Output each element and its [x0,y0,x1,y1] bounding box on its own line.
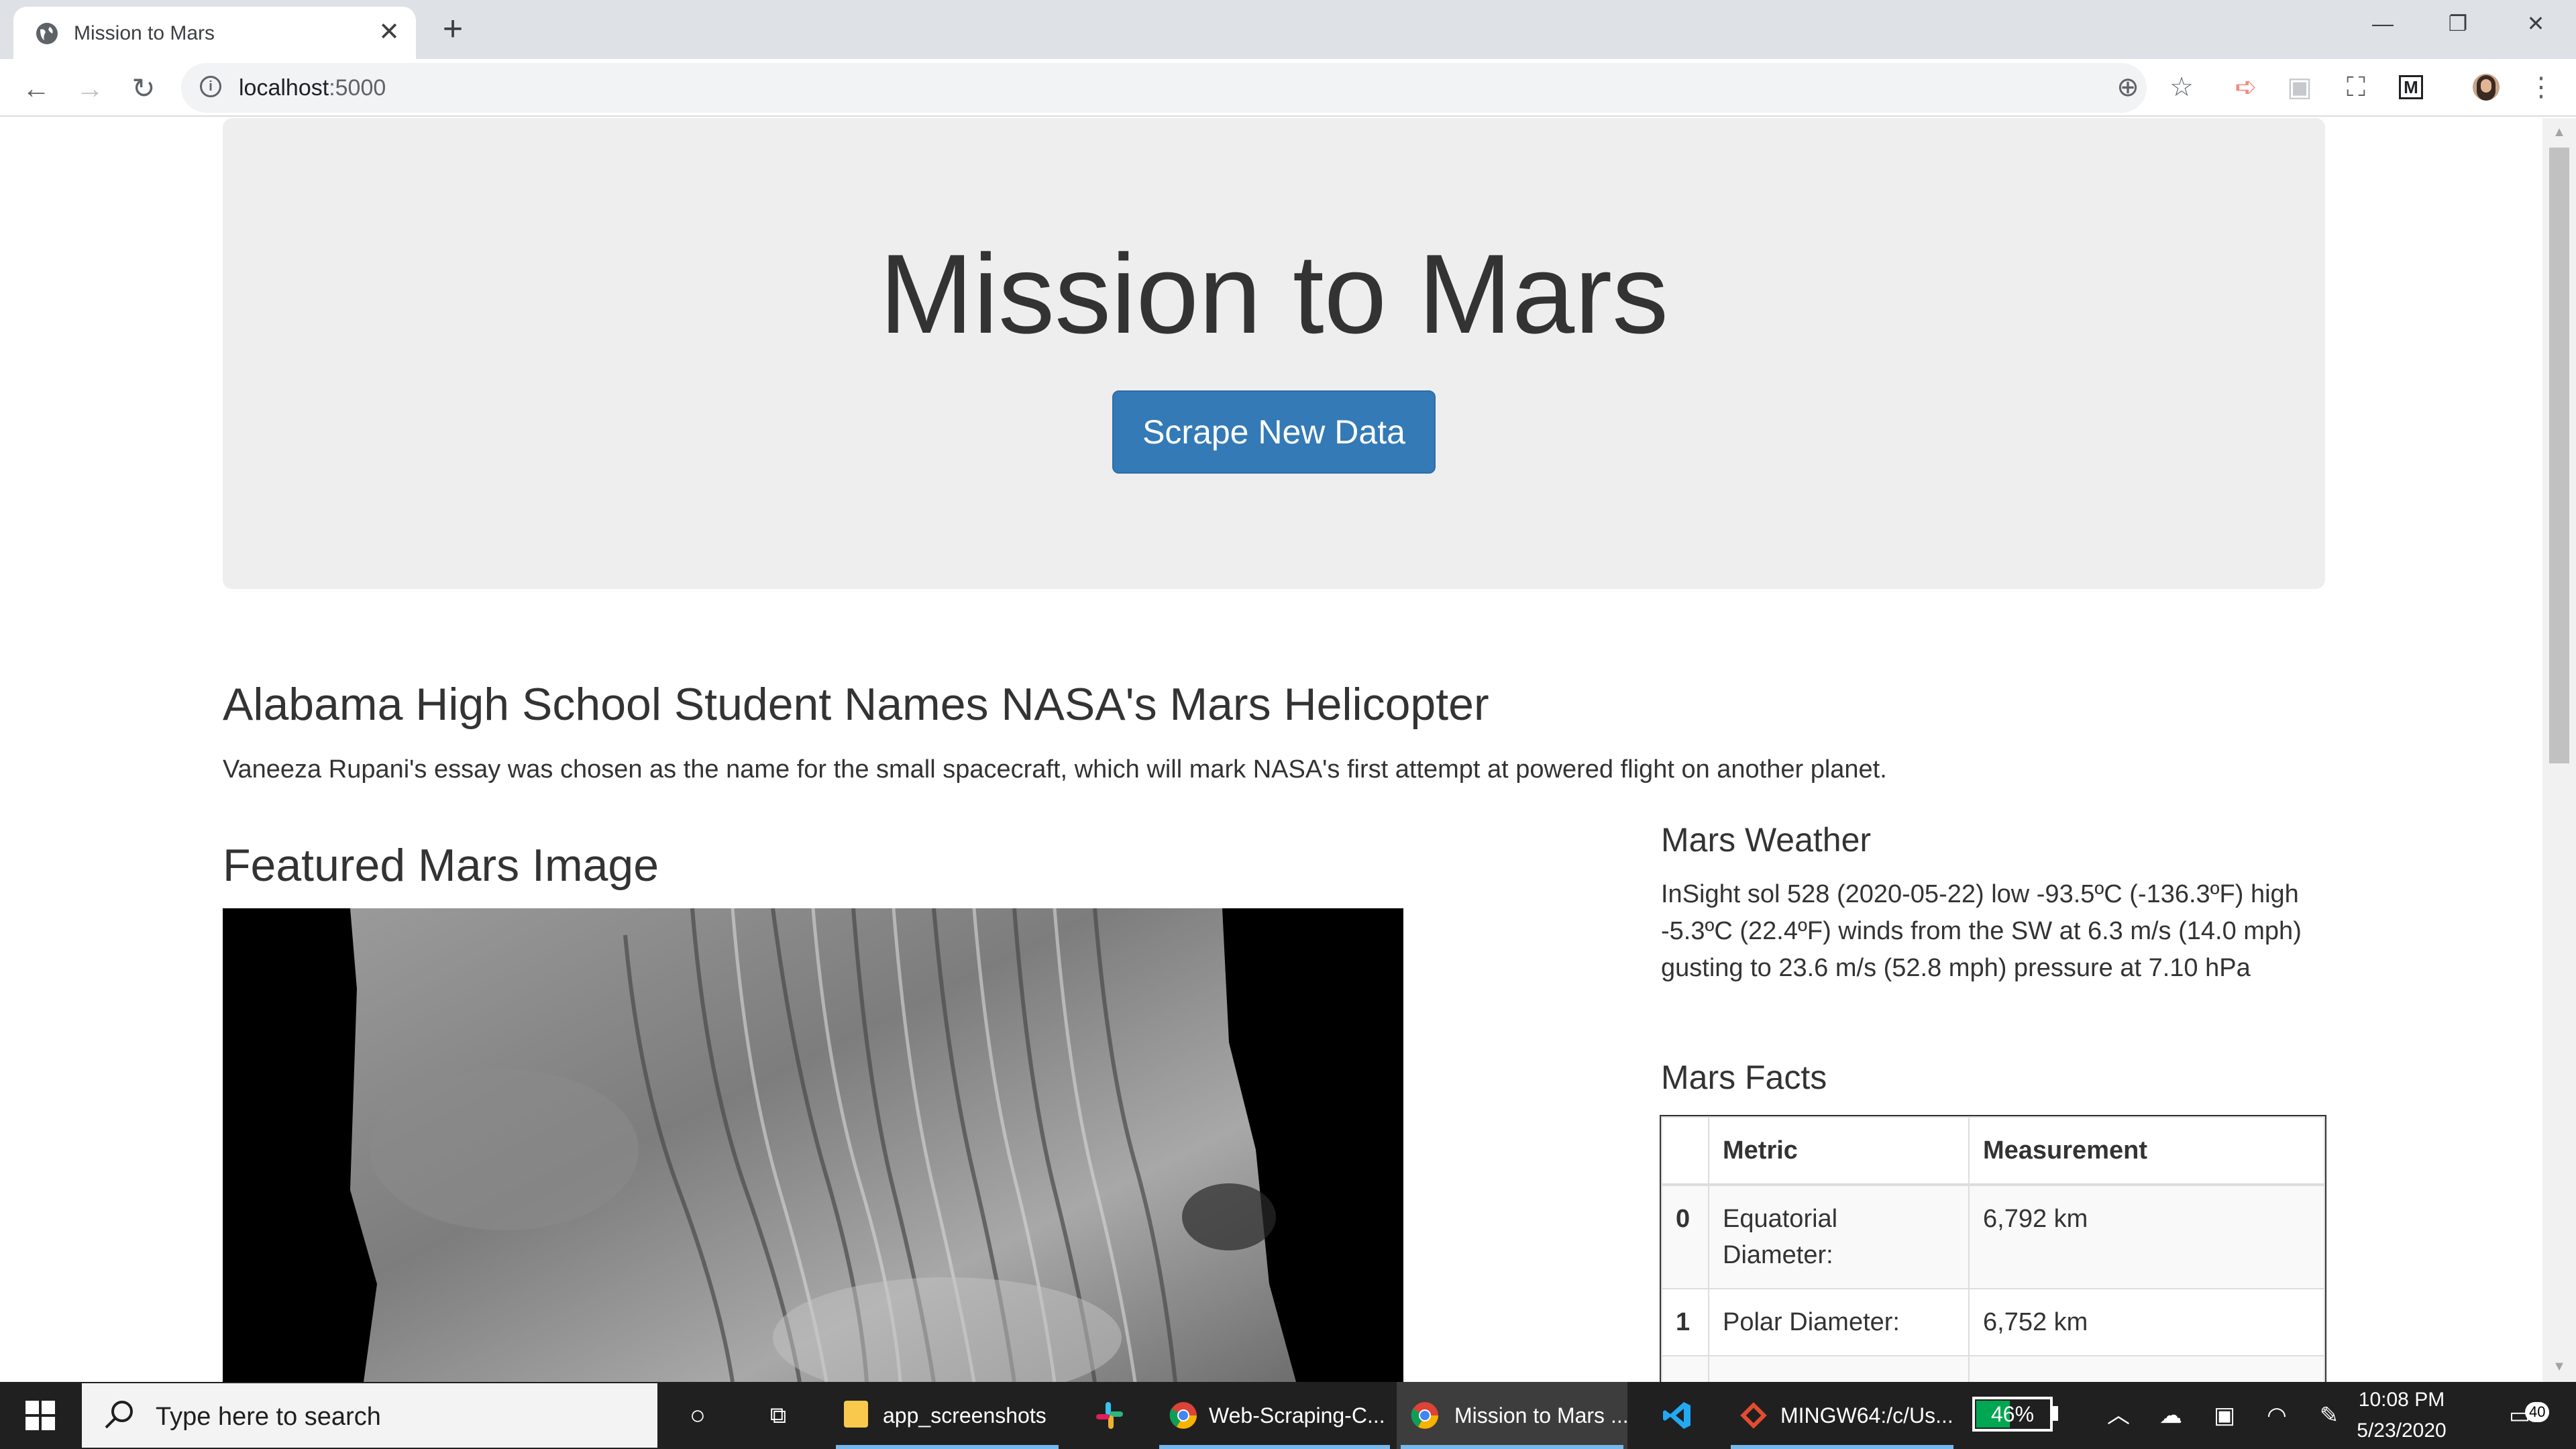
taskbar-app-label: MINGW64:/c/Us... [1780,1403,1953,1428]
notification-center-icon[interactable]: ▭ 40 [2502,1382,2556,1449]
new-tab-button[interactable]: + [435,11,471,47]
battery-percent: 46% [1990,1402,2035,1426]
page-viewport: Mission to Mars Scrape New Data Alabama … [0,118,2542,1382]
back-icon[interactable]: ← [15,67,58,110]
table-row: 0 Equatorial Diameter: 6,792 km [1661,1184,2325,1289]
row-metric: Equatorial Diameter: [1708,1184,1970,1289]
table-header-row: Metric Measurement [1661,1116,2325,1186]
tab-title: Mission to Mars [74,22,215,44]
scrollbar-thumb[interactable] [2549,148,2569,763]
scroll-up-icon[interactable]: ▲ [2549,125,2569,141]
slack-icon [1096,1402,1123,1429]
active-underline [1401,1445,1623,1449]
taskbar-app-chrome-2[interactable]: Mission to Mars ... [1397,1382,1629,1449]
table-header-index [1661,1116,1709,1186]
windows-start-icon[interactable] [0,1382,80,1449]
row-index: 0 [1661,1184,1709,1289]
screenshot-icon[interactable]: ⛶ [2334,66,2377,109]
profile-avatar[interactable] [2465,66,2508,109]
active-underline [1159,1445,1390,1449]
taskbar-app-label: Mission to Mars ... [1454,1403,1629,1428]
battery-indicator[interactable]: 46% [1972,1397,2053,1432]
bookmark-star-icon[interactable]: ☆ [2160,66,2203,109]
forward-icon[interactable]: → [68,67,111,110]
extension-pocket-icon[interactable]: ▣ [2278,66,2321,109]
git-bash-icon [1740,1402,1767,1429]
url-port: :5000 [329,75,386,101]
table-row [1661,1355,2325,1382]
globe-icon [36,23,58,44]
zoom-icon[interactable]: ⊕ [2106,66,2149,109]
site-info-icon[interactable]: i [200,76,221,97]
close-window-button[interactable]: ✕ [2498,0,2573,47]
restore-button[interactable]: ❐ [2420,0,2496,47]
taskbar-app-label: Web-Scraping-C... [1209,1403,1385,1428]
extension-arrow-icon[interactable]: ➪ [2224,66,2267,109]
tray-app-icon[interactable]: ▣ [2204,1382,2245,1449]
medium-extension-icon[interactable]: M [2390,66,2432,109]
news-title: Alabama High School Student Names NASA's… [223,679,1489,730]
taskbar-search-box[interactable]: Type here to search [82,1383,657,1448]
active-underline [836,1445,1059,1449]
featured-mars-image [223,908,1403,1382]
facts-title: Mars Facts [1661,1059,1827,1096]
chrome-icon [1411,1402,1438,1429]
scroll-down-icon[interactable]: ▼ [2549,1359,2569,1375]
row-index: 1 [1661,1288,1709,1356]
battery-tip [2053,1406,2058,1421]
row-measurement [1968,1355,2325,1382]
url-host: localhost [239,75,329,101]
task-view-icon[interactable]: ⧉ [758,1382,798,1449]
vscode-icon [1663,1402,1690,1429]
reload-icon[interactable]: ↻ [122,67,165,110]
row-index [1661,1355,1709,1382]
weather-title: Mars Weather [1661,821,1872,859]
table-row: 1 Polar Diameter: 6,752 km [1661,1288,2325,1356]
clock-time: 10:08 PM [2358,1389,2445,1411]
browser-menu-icon[interactable]: ⋮ [2520,66,2563,109]
minimize-button[interactable]: — [2345,0,2420,47]
jumbotron: Mission to Mars Scrape New Data [223,118,2325,589]
row-metric: Polar Diameter: [1708,1288,1970,1356]
weather-text: InSight sol 528 (2020-05-22) low -93.5ºC… [1661,880,2302,982]
mars-facts-table: Metric Measurement 0 Equatorial Diameter… [1660,1115,2326,1382]
wifi-icon[interactable]: ◠ [2257,1382,2297,1449]
onedrive-error-icon[interactable]: ☁ [2151,1382,2191,1449]
search-placeholder: Type here to search [156,1403,381,1431]
row-measurement: 6,752 km [1968,1288,2325,1356]
table-header-measurement: Measurement [1968,1116,2325,1186]
taskbar-app-chrome-1[interactable]: Web-Scraping-C... [1155,1382,1394,1449]
page-title: Mission to Mars [879,231,1669,357]
cortana-icon[interactable]: ○ [678,1382,718,1449]
taskbar-app-explorer[interactable]: app_screenshots [832,1382,1063,1449]
row-measurement: 6,792 km [1968,1184,2325,1289]
close-tab-icon[interactable]: ✕ [376,19,402,46]
taskbar-app-git-bash[interactable]: MINGW64:/c/Us... [1727,1382,1957,1449]
chrome-icon [1169,1402,1197,1429]
featured-image-title: Featured Mars Image [223,840,659,891]
taskbar-app-vscode[interactable] [1644,1382,1711,1449]
active-underline [1731,1445,1953,1449]
clock-date: 5/23/2020 [2357,1419,2447,1442]
news-paragraph: Vaneeza Rupani's essay was chosen as the… [223,755,1887,784]
taskbar-app-slack[interactable] [1080,1382,1140,1449]
search-icon [105,1401,133,1429]
scrape-button[interactable]: Scrape New Data [1112,390,1436,474]
address-bar[interactable]: i localhost:5000 [181,63,2147,113]
notification-count-badge: 40 [2525,1402,2550,1422]
pen-icon[interactable]: ✎ [2309,1382,2349,1449]
browser-tab[interactable]: Mission to Mars ✕ [13,7,416,59]
show-hidden-icons-icon[interactable]: ︿ [2098,1382,2139,1449]
row-metric [1708,1355,1970,1382]
address-url: localhost:5000 [239,74,386,102]
taskbar-app-label: app_screenshots [883,1403,1046,1428]
taskbar-clock[interactable]: 10:08 PM 5/23/2020 [2355,1385,2449,1446]
folder-icon [844,1401,868,1428]
table-header-metric: Metric [1708,1116,1970,1186]
